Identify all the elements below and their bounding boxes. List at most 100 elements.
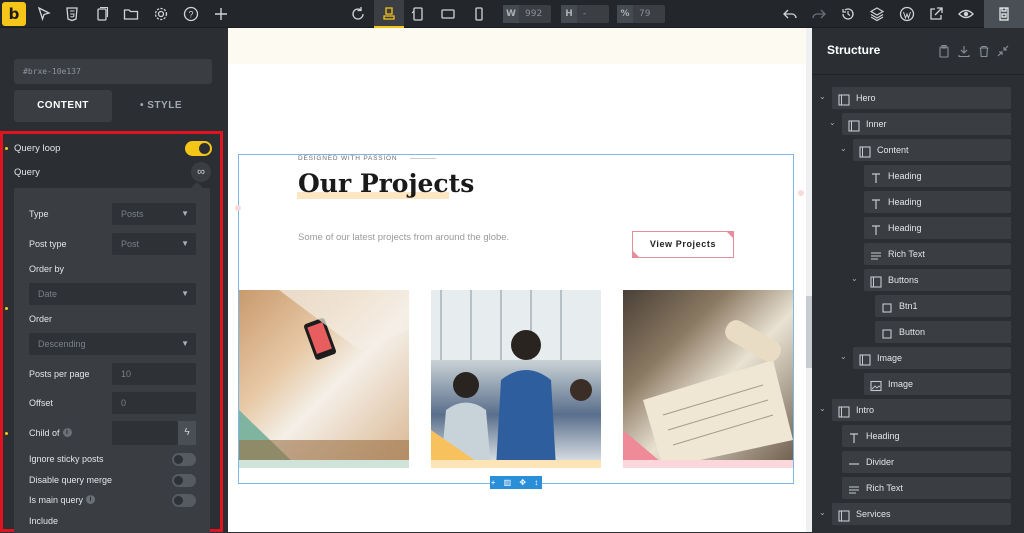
info-icon[interactable]: i [86,495,96,504]
html5-icon[interactable] [62,4,82,24]
save-icon[interactable] [994,4,1014,24]
query-loop-toggle[interactable] [185,141,212,156]
structure-item-divider[interactable]: Divider [842,451,1011,473]
folder-icon[interactable] [121,4,141,24]
expand-caret-icon[interactable]: ⌄ [829,118,836,127]
gear-icon[interactable] [151,4,171,24]
bricks-logo[interactable]: b [2,2,26,26]
plus-icon[interactable] [211,4,231,24]
desktop-breakpoint-icon[interactable] [379,4,399,24]
clipboard-icon[interactable] [937,44,951,58]
structure-item-rich-text[interactable]: Rich Text [864,243,1011,265]
expand-caret-icon[interactable]: ⌄ [819,92,826,101]
refresh-icon[interactable] [348,4,368,24]
structure-divider [812,74,1024,75]
wordpress-icon[interactable] [897,4,917,24]
heading-icon [870,170,882,183]
structure-item-heading[interactable]: Heading [864,217,1011,239]
download-icon[interactable] [957,44,971,58]
trash-icon[interactable] [977,44,991,58]
project-image-3 [623,290,793,468]
structure-item-label: Content [877,145,909,155]
structure-item-label: Intro [856,405,875,415]
structure-item-label: Button [899,327,926,337]
container-icon [859,352,871,366]
external-link-icon[interactable] [926,4,946,24]
structure-item-intro[interactable]: Intro [832,399,1011,421]
preview-eye-icon[interactable] [956,4,976,24]
structure-item-image[interactable]: Image [864,373,1011,395]
structure-item-content[interactable]: Content [853,139,1011,161]
query-infinity-button[interactable]: ∞ [191,162,211,182]
disable-merge-label: Disable query merge [29,475,113,485]
structure-item-label: Rich Text [866,483,903,493]
builder-canvas[interactable]: DESIGNED WITH PASSION Our Projects Some … [228,28,812,532]
element-id-field[interactable]: #brxe-10e137 [14,59,212,84]
expand-caret-icon[interactable]: ⌄ [851,274,858,283]
heading-icon [870,222,882,235]
image-band [623,460,793,468]
expand-caret-icon[interactable]: ⌄ [840,352,847,361]
pages-icon[interactable] [92,4,112,24]
posts-per-page-input[interactable]: 10 [112,363,196,385]
structure-item-buttons[interactable]: Buttons [864,269,1011,291]
structure-item-label: Heading [888,197,922,207]
structure-item-label: Heading [866,431,900,441]
section-icon [838,404,850,418]
child-of-input[interactable] [112,421,178,445]
order-by-select[interactable]: Date ▼ [29,283,196,305]
expand-caret-icon[interactable]: ⌄ [819,404,826,413]
cursor-icon[interactable] [34,4,54,24]
structure-item-inner[interactable]: Inner [842,113,1011,135]
height-field[interactable]: H- [561,5,609,23]
block-icon [881,326,893,339]
layers-icon[interactable] [867,4,887,24]
zoom-field[interactable]: % 79 [617,5,665,23]
disable-merge-toggle[interactable] [172,474,196,487]
structure-panel: Structure ⌄ Hero ⌄ Inner ⌄ Content Heading Head… [812,28,1024,532]
history-icon[interactable] [838,4,858,24]
element-action-toolbar[interactable]: + ▥ ✥ ↕ [490,476,542,489]
tablet-landscape-icon[interactable] [408,4,428,24]
type-select[interactable]: Posts ▼ [112,203,196,225]
order-select[interactable]: Descending ▼ [29,333,196,355]
structure-item-rich-text[interactable]: Rich Text [842,477,1011,499]
structure-item-heading[interactable]: Heading [864,191,1011,213]
tab-content[interactable]: CONTENT [14,90,112,122]
structure-item-services[interactable]: Services [832,503,1011,525]
mobile-icon[interactable] [469,4,489,24]
chevron-down-icon: ▼ [181,339,189,348]
offset-label: Offset [29,398,53,408]
height-value: - [583,9,587,19]
structure-item-label: Btn1 [899,301,918,311]
help-icon[interactable]: ? [181,4,201,24]
structure-item-hero[interactable]: Hero [832,87,1011,109]
info-icon[interactable]: i [62,428,72,437]
project-image-1 [239,290,409,468]
rich-text-icon [848,482,860,494]
is-main-query-toggle[interactable] [172,494,196,507]
post-type-select[interactable]: Post ▼ [112,233,196,255]
undo-icon[interactable] [780,4,800,24]
collapse-icon[interactable] [996,44,1010,58]
tablet-portrait-icon[interactable] [438,4,458,24]
ignore-sticky-toggle[interactable] [172,453,196,466]
container-icon [859,144,871,158]
expand-caret-icon[interactable]: ⌄ [840,144,847,153]
redo-icon[interactable] [809,4,829,24]
query-label: Query [14,167,40,178]
tab-style[interactable]: • STYLE [112,90,210,122]
modified-dot [5,432,8,435]
width-field[interactable]: W 992 [503,5,551,23]
structure-item-heading[interactable]: Heading [864,165,1011,187]
edge-dot [798,190,804,196]
structure-item-image[interactable]: Image [853,347,1011,369]
structure-item-btn1[interactable]: Btn1 [875,295,1011,317]
structure-item-button[interactable]: Button [875,321,1011,343]
expand-caret-icon[interactable]: ⌄ [819,508,826,517]
structure-item-heading[interactable]: Heading [842,425,1011,447]
structure-item-label: Rich Text [888,249,925,259]
dynamic-data-bolt-icon[interactable]: ϟ [178,421,196,445]
view-projects-button[interactable]: View Projects [632,231,734,258]
offset-input[interactable]: 0 [112,392,196,414]
